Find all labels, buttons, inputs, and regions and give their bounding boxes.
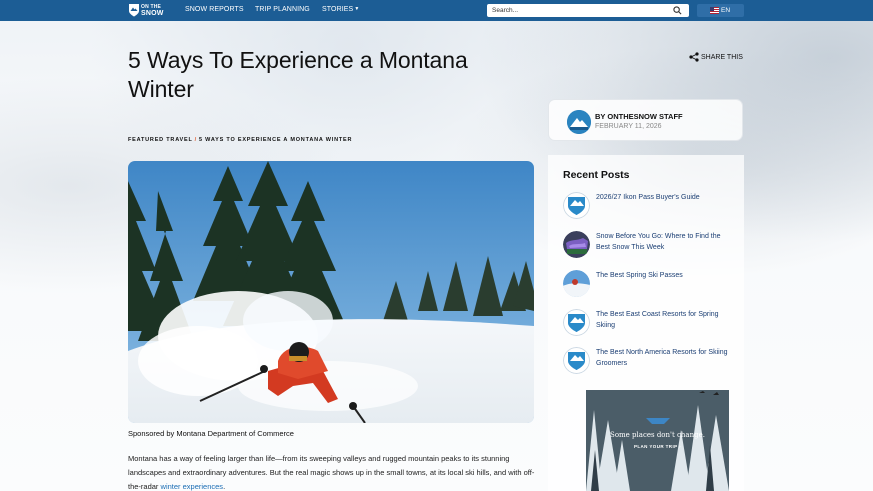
search-input[interactable] bbox=[492, 5, 662, 16]
spring-skier-thumbnail-icon bbox=[563, 270, 590, 297]
article-title: 5 Ways To Experience a Montana Winter bbox=[128, 47, 468, 102]
language-label: EN bbox=[721, 7, 731, 14]
author-avatar bbox=[567, 110, 591, 134]
top-navbar: ON THE SNOW SNOW REPORTS TRIP PLANNING S… bbox=[0, 0, 873, 21]
author-name[interactable]: BY ONTHESNOW STAFF bbox=[595, 112, 683, 121]
breadcrumb-separator: / bbox=[194, 137, 197, 143]
recent-post-item[interactable]: 2026/27 Ikon Pass Buyer's Guide bbox=[563, 192, 743, 222]
post-thumbnail bbox=[563, 309, 590, 336]
search-bar bbox=[487, 4, 689, 17]
recent-post-item[interactable]: Snow Before You Go: Where to Find the Be… bbox=[563, 231, 743, 261]
logo-mountain-icon bbox=[129, 4, 139, 17]
search-icon[interactable] bbox=[673, 6, 682, 15]
post-thumbnail bbox=[563, 347, 590, 374]
recent-post-item[interactable]: The Best Spring Ski Passes bbox=[563, 270, 743, 300]
onthesnow-badge-icon bbox=[563, 309, 590, 336]
nav-trip-planning[interactable]: TRIP PLANNING bbox=[255, 6, 310, 13]
recent-post-item[interactable]: The Best East Coast Resorts for Spring S… bbox=[563, 309, 743, 339]
chevron-right-icon: › bbox=[679, 444, 681, 449]
onthesnow-badge-icon bbox=[563, 192, 590, 219]
chevron-down-icon: ▼ bbox=[354, 6, 360, 12]
article-body-end: . bbox=[223, 482, 226, 491]
onthesnow-badge-icon bbox=[563, 347, 590, 374]
breadcrumb-current: 5 WAYS TO EXPERIENCE A MONTANA WINTER bbox=[198, 137, 353, 143]
plan-your-trip-button[interactable]: PLAN YOUR TRIP › bbox=[586, 444, 729, 449]
post-title[interactable]: 2026/27 Ikon Pass Buyer's Guide bbox=[596, 192, 736, 203]
share-label: SHARE THIS bbox=[701, 53, 743, 61]
breadcrumb-featured-travel[interactable]: FEATURED TRAVEL bbox=[128, 137, 193, 143]
logo-text: ON THE SNOW bbox=[141, 4, 164, 17]
article-body-paragraph: Montana has a way of feeling larger than… bbox=[128, 452, 538, 491]
language-selector[interactable]: EN bbox=[697, 4, 744, 17]
recent-post-item[interactable]: The Best North America Resorts for Skiin… bbox=[563, 347, 743, 377]
post-title[interactable]: The Best North America Resorts for Skiin… bbox=[596, 347, 736, 369]
nav-stories-label: STORIES bbox=[322, 6, 354, 13]
breadcrumb: FEATURED TRAVEL/5 WAYS TO EXPERIENCE A M… bbox=[128, 137, 352, 143]
nav-stories[interactable]: STORIES▼ bbox=[322, 6, 359, 13]
nav-snow-reports[interactable]: SNOW REPORTS bbox=[185, 6, 244, 13]
post-thumbnail bbox=[563, 192, 590, 219]
onthesnow-mountain-icon bbox=[567, 110, 591, 134]
hero-image-skier bbox=[128, 161, 534, 423]
post-thumbnail bbox=[563, 231, 590, 258]
us-flag-icon bbox=[710, 7, 719, 14]
image-caption: Sponsored by Montana Department of Comme… bbox=[128, 429, 294, 438]
snow-map-thumbnail-icon bbox=[563, 231, 590, 258]
author-card: BY ONTHESNOW STAFF FEBRUARY 11, 2026 bbox=[548, 99, 743, 141]
winter-experiences-link[interactable]: winter experiences bbox=[161, 482, 224, 491]
post-title[interactable]: Snow Before You Go: Where to Find the Be… bbox=[596, 231, 736, 253]
onthesnow-logo[interactable]: ON THE SNOW bbox=[128, 3, 168, 18]
post-title[interactable]: The Best East Coast Resorts for Spring S… bbox=[596, 309, 736, 331]
post-title[interactable]: The Best Spring Ski Passes bbox=[596, 270, 736, 281]
plan-your-trip-label: PLAN YOUR TRIP bbox=[633, 444, 678, 449]
ad-headline: Some places don't change. bbox=[610, 431, 705, 439]
ad-background-image bbox=[586, 390, 729, 491]
recent-posts-heading: Recent Posts bbox=[563, 169, 630, 181]
share-icon bbox=[689, 52, 699, 62]
post-thumbnail bbox=[563, 270, 590, 297]
publish-date: FEBRUARY 11, 2026 bbox=[595, 123, 662, 130]
share-button[interactable]: SHARE THIS bbox=[689, 52, 743, 62]
montana-ad-banner[interactable]: Some places don't change. PLAN YOUR TRIP… bbox=[586, 390, 729, 491]
